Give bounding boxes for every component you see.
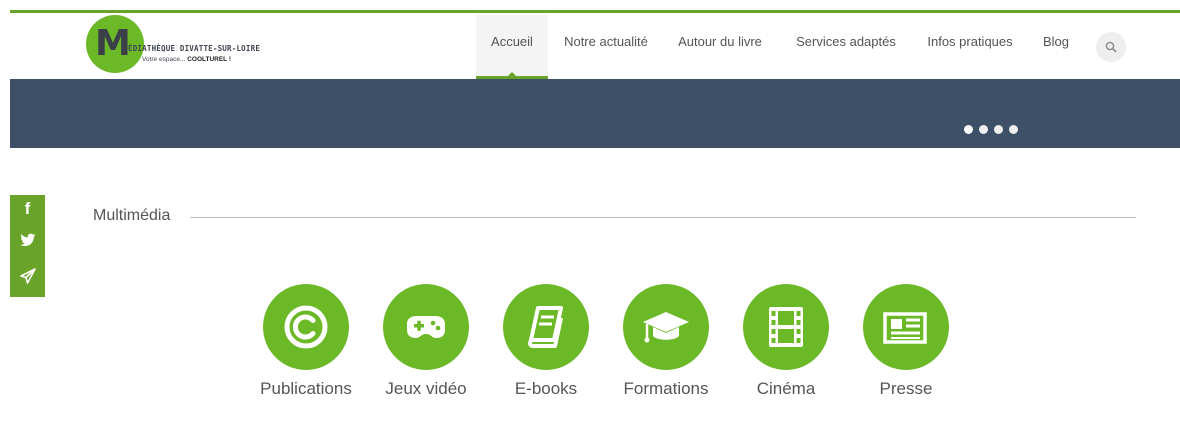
social-sidebar: f <box>10 195 45 297</box>
gamepad-icon <box>407 316 445 338</box>
tile-label[interactable]: Jeux vidéo <box>361 379 491 399</box>
tile-circle[interactable] <box>263 284 349 370</box>
nav-item-services-adaptes[interactable]: Services adaptés <box>796 15 896 79</box>
nav-item-autour-du-livre[interactable]: Autour du livre <box>675 15 765 79</box>
section-title: Multimédia <box>93 207 179 225</box>
tile-label[interactable]: Publications <box>241 379 371 399</box>
facebook-icon[interactable]: f <box>10 199 45 219</box>
logo-letter: M <box>95 23 131 64</box>
tile-circle[interactable] <box>503 284 589 370</box>
paper-plane-icon[interactable] <box>10 268 45 289</box>
tile-jeux-video[interactable]: Jeux vidéo <box>371 284 481 404</box>
film-icon <box>769 307 803 347</box>
tile-label[interactable]: E-books <box>481 379 611 399</box>
tile-circle[interactable] <box>623 284 709 370</box>
tile-publications[interactable]: Publications <box>251 284 361 404</box>
tile-formations[interactable]: Formations <box>611 284 721 404</box>
book-icon <box>528 306 563 348</box>
hero-slider <box>10 79 1180 148</box>
search-button[interactable] <box>1096 32 1126 62</box>
logo-tagline: Votre espace... COOLTUREL ! <box>142 56 231 63</box>
graduation-cap-icon <box>643 312 689 343</box>
newspaper-icon <box>883 312 927 344</box>
tile-label[interactable]: Presse <box>841 379 971 399</box>
tile-circle[interactable] <box>743 284 829 370</box>
logo-name: ÉDIATHÈQUE DIVATTE-SUR-LOIRE <box>128 44 261 53</box>
nav-item-actualite[interactable]: Notre actualité <box>560 15 652 79</box>
tile-label[interactable]: Formations <box>601 379 731 399</box>
tagline-bold: COOLTUREL ! <box>187 56 231 63</box>
tile-presse[interactable]: Presse <box>851 284 961 404</box>
tile-circle[interactable] <box>383 284 469 370</box>
site-logo[interactable]: M ÉDIATHÈQUE DIVATTE-SUR-LOIRE Votre esp… <box>86 15 266 75</box>
tile-label[interactable]: Cinéma <box>721 379 851 399</box>
slider-dot-3[interactable] <box>994 125 1003 134</box>
nav-item-accueil[interactable]: Accueil <box>476 15 548 79</box>
twitter-icon[interactable] <box>10 233 45 252</box>
nav-item-infos-pratiques[interactable]: Infos pratiques <box>926 15 1014 79</box>
tile-cinema[interactable]: Cinéma <box>731 284 841 404</box>
nav-item-blog[interactable]: Blog <box>1041 15 1071 79</box>
top-accent-bar <box>10 10 1180 13</box>
slider-dot-4[interactable] <box>1009 125 1018 134</box>
slider-dot-1[interactable] <box>964 125 973 134</box>
copyright-icon <box>284 305 328 349</box>
tagline-prefix: Votre espace... <box>142 56 186 63</box>
search-icon <box>1105 41 1117 53</box>
section-divider <box>190 217 1136 218</box>
tile-circle[interactable] <box>863 284 949 370</box>
slider-dot-2[interactable] <box>979 125 988 134</box>
tile-e-books[interactable]: E-books <box>491 284 601 404</box>
